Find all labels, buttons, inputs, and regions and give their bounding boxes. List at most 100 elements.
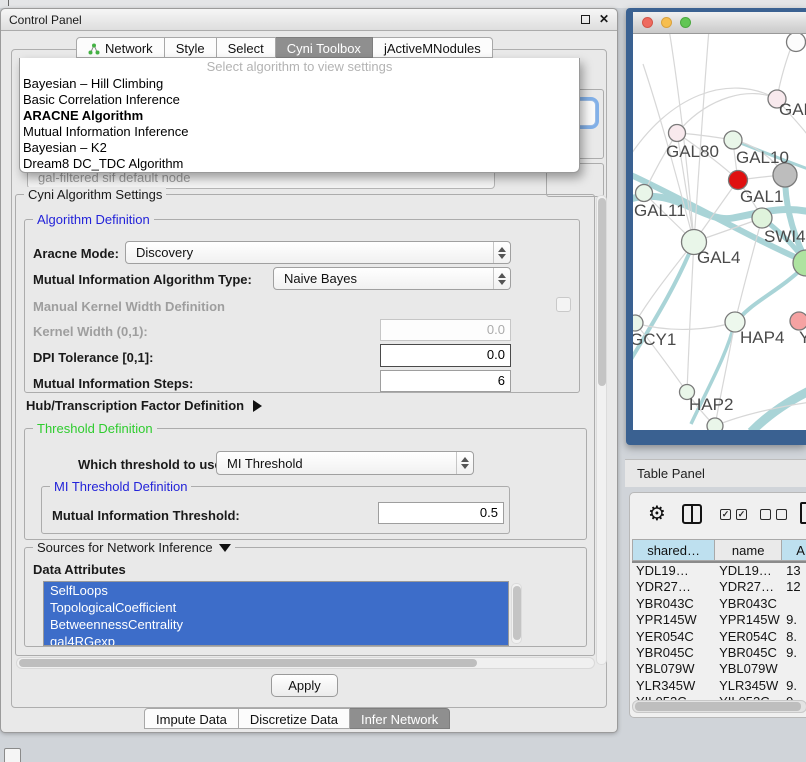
zoom-traffic-light-icon[interactable] <box>680 17 691 28</box>
algorithm-option[interactable]: Bayesian – Hill Climbing <box>20 76 579 92</box>
attribute-item[interactable]: TopologicalCoefficient <box>44 599 508 616</box>
dropdown-hint: Select algorithm to view settings <box>20 58 579 76</box>
attribute-item[interactable]: BetweennessCentrality <box>44 616 508 633</box>
svg-text:HAP2: HAP2 <box>689 395 733 414</box>
cell: YER054C <box>715 629 782 645</box>
network-view-window: GALGAL80GAL10GAL1GAL11SWI4GAL4GCY1HAP4YH… <box>626 8 806 445</box>
table-row[interactable]: YBL079WYBL079W <box>632 661 806 677</box>
cell <box>782 661 806 677</box>
list-vertical-scrollbar[interactable] <box>511 583 522 644</box>
network-window-titlebar[interactable] <box>633 12 806 34</box>
columns-icon[interactable] <box>682 504 702 524</box>
tab-label: Select <box>228 41 264 56</box>
checkbox-unchecked-icon[interactable] <box>776 509 787 520</box>
algorithm-option[interactable]: Basic Correlation Inference <box>20 92 579 108</box>
tab-jactivemnodules[interactable]: jActiveMNodules <box>373 37 493 58</box>
expand-arrow-icon <box>253 400 262 412</box>
mi-type-select[interactable]: Naive Bayes <box>273 267 511 290</box>
algorithm-option-selected[interactable]: ARACNE Algorithm <box>20 108 579 124</box>
mi-steps-label: Mutual Information Steps: <box>33 376 193 391</box>
tab-label: Discretize Data <box>250 712 338 727</box>
group-title: Threshold Definition <box>33 421 157 436</box>
minimize-traffic-light-icon[interactable] <box>661 17 672 28</box>
control-panel-window: Control Panel ✕ Network Style Select Cyn… <box>0 8 618 733</box>
network-graph[interactable]: GALGAL80GAL10GAL1GAL11SWI4GAL4GCY1HAP4YH… <box>633 34 806 430</box>
mi-type-label: Mutual Information Algorithm Type: <box>33 272 252 287</box>
table-row[interactable]: YDR27…YDR27…12 <box>632 579 806 595</box>
float-window-icon[interactable] <box>581 15 590 24</box>
cell: 9. <box>782 612 806 628</box>
checkbox-checked-icon[interactable]: ✓ <box>736 509 747 520</box>
cell: 9. <box>782 678 806 694</box>
group-title: MI Threshold Definition <box>50 479 191 494</box>
cell: YBR043C <box>632 596 715 612</box>
cell: YDR27… <box>632 579 715 595</box>
sources-toggle[interactable]: Sources for Network Inference <box>33 540 235 555</box>
apply-button[interactable]: Apply <box>271 674 338 697</box>
cell: 8. <box>782 629 806 645</box>
manual-kernel-checkbox[interactable] <box>556 297 571 312</box>
tab-discretize-data[interactable]: Discretize Data <box>239 708 350 729</box>
close-icon[interactable]: ✕ <box>599 12 609 26</box>
tab-impute-data[interactable]: Impute Data <box>144 708 239 729</box>
table-row[interactable]: YDL19…YDL19…13 <box>632 563 806 579</box>
algorithm-option[interactable]: Dream8 DC_TDC Algorithm <box>20 156 579 172</box>
svg-text:GAL1: GAL1 <box>740 187 783 206</box>
tab-cyni-toolbox[interactable]: Cyni Toolbox <box>276 37 373 58</box>
network-icon <box>88 43 100 55</box>
table-row[interactable]: YBR045CYBR045C9. <box>632 645 806 661</box>
table-horizontal-scrollbar[interactable] <box>632 700 806 713</box>
tab-select[interactable]: Select <box>217 37 276 58</box>
gear-icon[interactable]: ⚙ <box>648 501 666 525</box>
sources-group: Sources for Network Inference Data Attri… <box>24 547 587 647</box>
tab-label: Cyni Toolbox <box>287 41 361 56</box>
aracne-mode-select[interactable]: Discovery <box>125 241 511 264</box>
table-row[interactable]: YPR145WYPR145W9. <box>632 612 806 628</box>
checkbox-checked-icon[interactable]: ✓ <box>720 509 731 520</box>
settings-horizontal-scrollbar[interactable] <box>16 657 595 669</box>
cell: YBR043C <box>715 596 782 612</box>
document-icon[interactable] <box>800 502 806 524</box>
which-threshold-label: Which threshold to use: <box>78 457 226 472</box>
svg-text:GAL4: GAL4 <box>697 248 740 267</box>
table-panel-title: Table Panel <box>637 466 705 481</box>
which-threshold-select[interactable]: MI Threshold <box>216 451 474 475</box>
network-canvas[interactable]: GALGAL80GAL10GAL1GAL11SWI4GAL4GCY1HAP4YH… <box>633 34 806 430</box>
table-row[interactable]: YER054CYER054C8. <box>632 629 806 645</box>
mi-threshold-definition-group: MI Threshold Definition Mutual Informati… <box>41 486 510 534</box>
mi-threshold-input[interactable]: 0.5 <box>378 502 504 524</box>
dpi-tolerance-input[interactable]: 0.0 <box>380 344 511 367</box>
tab-infer-network[interactable]: Infer Network <box>350 708 450 729</box>
tab-style[interactable]: Style <box>165 37 217 58</box>
dpi-tolerance-label: DPI Tolerance [0,1]: <box>33 350 153 365</box>
attribute-item[interactable]: gal4RGexp <box>44 633 508 646</box>
column-header-partial[interactable]: A <box>782 539 806 561</box>
desktop-top-strip <box>0 0 806 8</box>
kernel-width-input[interactable]: 0.0 <box>380 319 511 341</box>
cell: YLR345W <box>632 678 715 694</box>
table-row[interactable]: YLR345WYLR345W9. <box>632 678 806 694</box>
tab-network[interactable]: Network <box>76 37 165 58</box>
algorithm-option[interactable]: Bayesian – K2 <box>20 140 579 156</box>
cell: YBR045C <box>715 645 782 661</box>
cyni-algorithm-settings-group: Cyni Algorithm Settings Algorithm Defini… <box>15 194 595 656</box>
attribute-item[interactable]: SelfLoops <box>44 582 508 599</box>
algorithm-option[interactable]: Mutual Information Inference <box>20 124 579 140</box>
tab-label: Impute Data <box>156 712 227 727</box>
column-header-shared-name[interactable]: shared… <box>632 539 715 561</box>
aracne-mode-value: Discovery <box>136 245 510 260</box>
window-title: Control Panel <box>9 13 82 27</box>
svg-text:GAL: GAL <box>779 100 806 119</box>
checkbox-unchecked-icon[interactable] <box>760 509 771 520</box>
close-traffic-light-icon[interactable] <box>642 17 653 28</box>
settings-vertical-scrollbar[interactable] <box>596 195 607 665</box>
minimized-panel-icon[interactable] <box>4 748 21 762</box>
hub-definition-toggle[interactable]: Hub/Transcription Factor Definition <box>26 398 262 413</box>
combo-stepper-icon <box>493 242 510 263</box>
cell: YER054C <box>632 629 715 645</box>
svg-text:Y: Y <box>799 328 806 347</box>
mi-steps-input[interactable]: 6 <box>380 370 511 392</box>
svg-text:GAL10: GAL10 <box>736 148 789 167</box>
table-row[interactable]: YBR043CYBR043C <box>632 596 806 612</box>
column-header-name[interactable]: name <box>715 539 782 561</box>
